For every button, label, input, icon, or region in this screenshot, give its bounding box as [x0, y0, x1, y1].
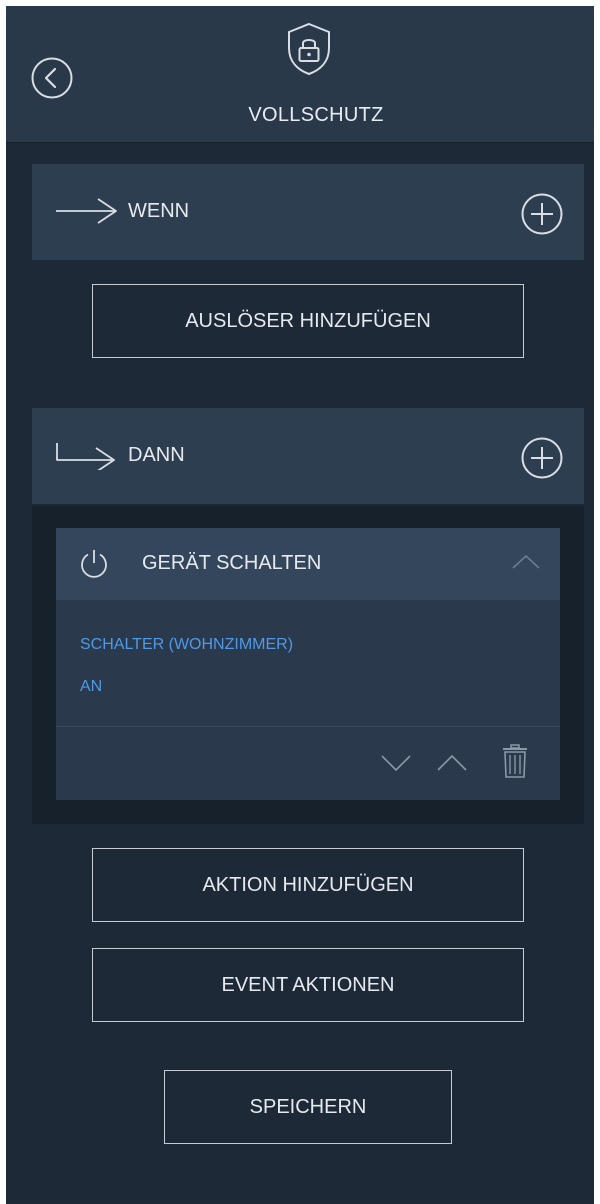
- chevron-down-icon[interactable]: [380, 752, 412, 774]
- power-icon: [81, 550, 107, 578]
- action-state[interactable]: AN: [80, 678, 102, 696]
- plus-circle-icon[interactable]: [520, 192, 564, 236]
- top-bar: VOLLSCHUTZ: [6, 6, 594, 143]
- turn-right-arrow-icon: [56, 443, 115, 470]
- chevron-up-icon[interactable]: [510, 550, 542, 574]
- when-label: WENN: [128, 200, 190, 222]
- chevron-up-icon[interactable]: [436, 752, 468, 774]
- then-section-header: DANN: [32, 408, 584, 504]
- shield-lock-icon: [288, 22, 330, 76]
- trash-icon[interactable]: [502, 744, 528, 778]
- then-label: DANN: [128, 444, 185, 466]
- add-trigger-button[interactable]: AUSLÖSER HINZUFÜGEN: [92, 284, 524, 358]
- action-card-header[interactable]: GERÄT SCHALTEN: [56, 528, 560, 600]
- action-title: GERÄT SCHALTEN: [142, 552, 322, 574]
- add-action-button[interactable]: AKTION HINZUFÜGEN: [92, 848, 524, 922]
- then-actions-container: GERÄT SCHALTEN SCHALTER (WOHNZIMMER) AN: [32, 506, 584, 824]
- save-button[interactable]: SPEICHERN: [164, 1070, 452, 1144]
- event-actions-button[interactable]: EVENT AKTIONEN: [92, 948, 524, 1022]
- action-device[interactable]: SCHALTER (WOHNZIMMER): [80, 636, 293, 654]
- when-section-header: WENN: [32, 164, 584, 260]
- arrow-right-icon: [56, 198, 117, 224]
- page-title: VOLLSCHUTZ: [248, 104, 384, 126]
- action-card: GERÄT SCHALTEN SCHALTER (WOHNZIMMER) AN: [56, 528, 560, 800]
- back-circle-icon[interactable]: [30, 56, 74, 100]
- divider: [56, 726, 560, 727]
- app-screen: VOLLSCHUTZ WENN AUSLÖSER HINZUFÜGEN DANN: [6, 6, 594, 1204]
- plus-circle-icon[interactable]: [520, 436, 564, 480]
